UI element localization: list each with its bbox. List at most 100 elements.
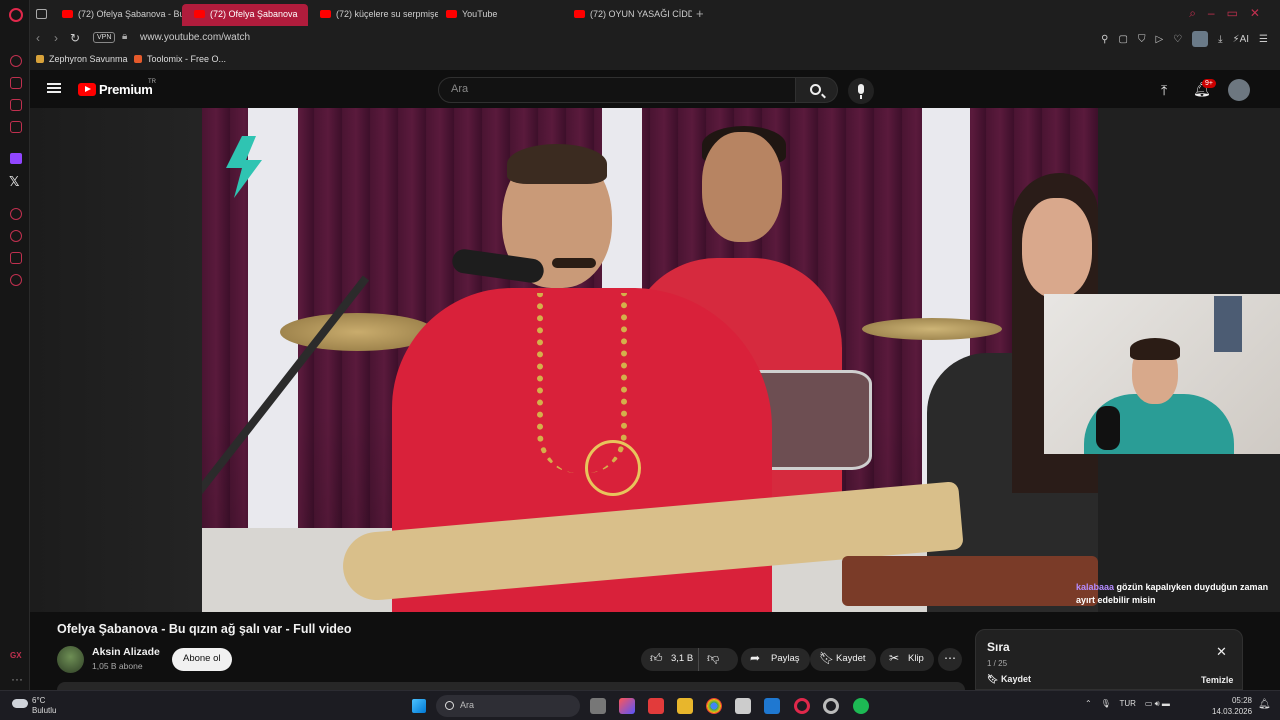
weather-desc: Bulutlu [32, 706, 57, 715]
ai-label: AI [1239, 33, 1250, 45]
account-avatar[interactable] [1228, 79, 1250, 101]
chat-overlay-message: kalabaaa gözün kapalıyken duyduğun zaman… [1076, 581, 1280, 607]
share-label: Paylaş [771, 653, 800, 664]
twitch-icon[interactable] [10, 153, 22, 164]
weather-temp: 6°C [32, 696, 46, 705]
tab-kucelere[interactable]: (72) küçelere su serpmişe [308, 4, 438, 26]
download-icon[interactable]: ⤓ [1218, 34, 1222, 45]
extensions-icon[interactable] [10, 252, 22, 264]
tab-label: (72) Ofelya Şabanova [210, 9, 298, 19]
video-player[interactable]: kalabaaa gözün kapalıyken duyduğun zaman… [30, 108, 1280, 612]
subscriber-count: 1,05 B abone [92, 661, 143, 671]
tab-oyun-yasagi[interactable]: (72) OYUN YASAĞI CİDDE [562, 4, 692, 26]
aria-ai-button[interactable]: ⚡AI [1233, 34, 1249, 45]
clip-button[interactable]: ✂ Klip [880, 648, 934, 671]
chrome-icon[interactable] [706, 698, 722, 714]
url-field[interactable]: www.youtube.com/watch [140, 32, 250, 43]
search-button[interactable] [796, 77, 838, 103]
youtube-logo-text[interactable]: Premium [99, 82, 153, 97]
tab-ofelya-1[interactable]: (72) Ofelya Şabanova - Bu [50, 4, 194, 26]
bookmark-favicon-icon [36, 55, 44, 63]
subscribe-button[interactable]: Abone ol [172, 648, 232, 671]
pin-icon[interactable]: ⚲ [1101, 34, 1108, 45]
play-icon[interactable]: ▷ [1155, 34, 1163, 45]
control-icon[interactable] [10, 55, 22, 67]
chevron-up-icon[interactable]: ⌃ [1085, 699, 1092, 708]
app-icon[interactable] [648, 698, 664, 714]
network-icon[interactable]: ▭ [1145, 699, 1153, 708]
more-icon[interactable]: ··· [11, 672, 23, 686]
opera-gx-icon[interactable] [823, 698, 839, 714]
clock-time: 05:28 [1231, 696, 1252, 705]
tab-youtube[interactable]: YouTube [434, 4, 564, 26]
mail-icon[interactable] [764, 698, 780, 714]
channel-name[interactable]: Aksin Alizade [92, 646, 160, 658]
menu-icon[interactable]: ☰ [1259, 34, 1268, 45]
queue-title: Sıra [987, 640, 1010, 654]
vpn-badge[interactable]: VPN [93, 32, 116, 43]
like-button[interactable]: 👍︎ 3,1 B [641, 648, 699, 671]
opera-icon[interactable] [794, 698, 810, 714]
heart-icon[interactable]: ♡ [1173, 34, 1182, 45]
battery-icon[interactable]: ▬ [1162, 699, 1170, 708]
microphone-icon[interactable]: 🎙︎ [1101, 699, 1111, 708]
video-frame[interactable] [202, 108, 1098, 612]
language-indicator[interactable]: TUR [1120, 699, 1136, 708]
clock[interactable]: 05:28 14.03.2026 [1212, 695, 1252, 717]
channel-avatar[interactable] [57, 646, 84, 673]
player-icon[interactable] [10, 208, 22, 220]
forward-button[interactable]: › [54, 31, 58, 45]
description-box[interactable] [57, 682, 965, 690]
snapshot-icon[interactable]: ▢ [1119, 34, 1128, 45]
start-button[interactable] [412, 699, 426, 713]
profile-avatar[interactable] [1192, 31, 1209, 47]
spotify-icon[interactable] [853, 698, 869, 714]
windows-taskbar: 6°C Bulutlu Ara ⌃ 🎙︎ TUR ▭ 🔊︎ ▬ 05:28 14… [0, 690, 1280, 720]
store-icon[interactable] [10, 77, 22, 89]
taskbar-search-input[interactable]: Ara [436, 695, 580, 717]
task-view-icon[interactable] [590, 698, 606, 714]
history-icon[interactable] [10, 230, 22, 242]
opera-logo-icon[interactable] [9, 8, 23, 22]
system-tray[interactable]: ⌃ 🎙︎ TUR ▭ 🔊︎ ▬ [1085, 699, 1170, 709]
like-count: 3,1 B [671, 653, 694, 664]
save-button[interactable]: 🔖︎ Kaydet [810, 648, 876, 671]
hamburger-menu-icon[interactable] [47, 83, 61, 93]
weather-widget[interactable]: 6°C Bulutlu [12, 696, 56, 716]
queue-clear-button[interactable]: Temizle [1201, 675, 1233, 685]
discord-icon[interactable] [10, 99, 22, 111]
bookmark-zephyron[interactable]: Zephyron Savunma [36, 54, 128, 64]
bookmark-label: Zephyron Savunma [49, 54, 128, 64]
x-twitter-icon[interactable]: 𝕏 [9, 174, 19, 190]
youtube-logo-icon[interactable] [78, 83, 96, 96]
more-actions-button[interactable]: ⋯ [938, 648, 962, 671]
shield-icon[interactable]: ⛉ [1138, 34, 1146, 45]
cymbal [862, 318, 1002, 340]
gx-badge[interactable]: GX [10, 651, 22, 660]
streamer-webcam [1044, 294, 1280, 454]
window-controls[interactable]: ⌕–▭✕ [1189, 6, 1272, 21]
tab-overview-icon[interactable] [36, 9, 47, 19]
volume-icon[interactable]: 🔊︎ [1155, 699, 1160, 708]
news-icon[interactable] [10, 121, 22, 133]
reload-button[interactable]: ↻ [70, 31, 80, 45]
voice-search-button[interactable] [848, 78, 874, 104]
dislike-button[interactable]: 👎︎ [707, 651, 719, 666]
new-tab-button[interactable]: + [696, 6, 704, 21]
queue-save-button[interactable]: 🔖︎ Kaydet [987, 674, 1031, 685]
notification-center-icon[interactable]: 🔔︎ [1258, 699, 1271, 710]
file-explorer-icon[interactable] [677, 698, 693, 714]
lock-icon[interactable]: 🔒︎ [122, 31, 127, 42]
upload-icon[interactable]: ⤒ [1161, 82, 1167, 99]
store-icon[interactable] [735, 698, 751, 714]
bookmark-toolomix[interactable]: Toolomix - Free O... [134, 54, 226, 64]
singer-mustache [552, 258, 596, 268]
back-button[interactable]: ‹ [36, 31, 40, 45]
close-icon[interactable]: ✕ [1216, 644, 1227, 660]
player-letterbox [30, 108, 202, 612]
search-input[interactable]: Ara [438, 77, 796, 103]
share-button[interactable]: ➦ Paylaş [741, 648, 810, 671]
tab-ofelya-active[interactable]: (72) Ofelya Şabanova [182, 4, 308, 26]
settings-icon[interactable] [10, 274, 22, 286]
copilot-icon[interactable] [619, 698, 635, 714]
